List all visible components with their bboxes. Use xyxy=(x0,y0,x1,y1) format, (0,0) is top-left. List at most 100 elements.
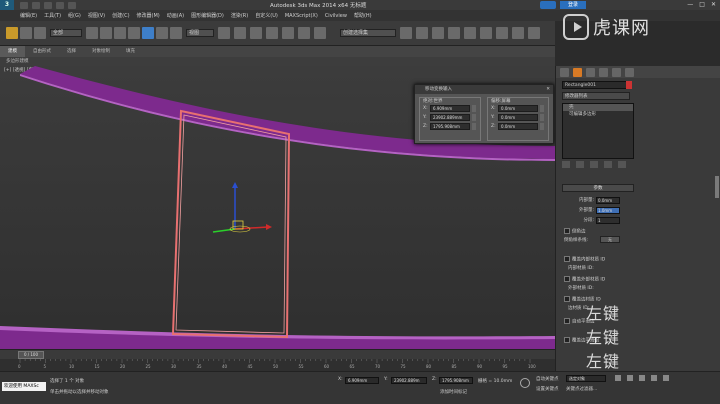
menu-modifiers[interactable]: 修改器(M) xyxy=(137,12,160,19)
window-crossing-icon[interactable] xyxy=(128,27,140,39)
inner-amount-input[interactable]: 0.0mm xyxy=(596,196,620,204)
outer-amount-input[interactable]: 1.0mm xyxy=(596,206,620,214)
open-file-icon[interactable] xyxy=(32,1,40,9)
make-unique-icon[interactable] xyxy=(590,161,598,168)
rect-selection-icon[interactable] xyxy=(114,27,126,39)
tab-populate[interactable]: 填充 xyxy=(118,46,143,57)
off-y-spinner[interactable] xyxy=(540,114,544,121)
stack-item-shell[interactable]: 壳 xyxy=(563,104,633,111)
hierarchy-tab-icon[interactable] xyxy=(586,67,595,77)
select-object-icon[interactable] xyxy=(86,27,98,39)
move-gizmo[interactable] xyxy=(212,182,272,233)
off-z-input[interactable]: 0.0mm xyxy=(498,123,538,130)
redo-icon[interactable] xyxy=(68,1,76,9)
menu-views[interactable]: 视图(V) xyxy=(88,12,105,19)
off-x-spinner[interactable] xyxy=(540,105,544,112)
curve-editor-icon[interactable] xyxy=(464,27,476,39)
abs-y-spinner[interactable] xyxy=(472,114,476,121)
go-to-end-icon[interactable] xyxy=(663,375,669,381)
off-y-input[interactable]: 0.0mm xyxy=(498,114,538,121)
play-icon[interactable] xyxy=(639,375,645,381)
material-editor-icon[interactable] xyxy=(496,27,508,39)
abs-y-input[interactable]: 23902.889mm xyxy=(430,114,470,121)
trackbar[interactable]: 0 5 10 15 20 25 30 35 40 45 50 55 60 65 70 75 80 85 90 95 10… xyxy=(0,359,555,371)
select-by-name-icon[interactable] xyxy=(100,27,112,39)
stack-item-editable-poly[interactable]: 可编辑多边形 xyxy=(563,111,633,118)
override-outer-matid-checkbox[interactable]: 覆盖外部材质 ID xyxy=(564,276,605,283)
close-button[interactable]: ✕ xyxy=(711,1,716,8)
cloud-icon[interactable] xyxy=(540,1,556,9)
reference-coord-dropdown[interactable]: 视图 xyxy=(186,29,214,37)
panel-scrollbar[interactable] xyxy=(715,176,719,198)
link-icon[interactable] xyxy=(6,27,18,39)
modify-tab-icon[interactable] xyxy=(573,67,582,77)
maxscript-listener[interactable]: 欢迎使用 MAXSc xyxy=(2,382,46,391)
parameters-rollout[interactable]: 参数 xyxy=(562,184,634,192)
maximize-button[interactable]: □ xyxy=(699,1,705,8)
align-icon[interactable] xyxy=(416,27,428,39)
remove-modifier-icon[interactable] xyxy=(604,161,612,168)
rectangle-object[interactable] xyxy=(171,109,291,339)
render-setup-icon[interactable] xyxy=(512,27,524,39)
tab-modeling[interactable]: 建模 xyxy=(0,46,25,57)
bind-space-warp-icon[interactable] xyxy=(34,27,46,39)
undo-icon[interactable] xyxy=(56,1,64,9)
configure-sets-icon[interactable] xyxy=(618,161,626,168)
menu-help[interactable]: 帮助(H) xyxy=(354,12,372,19)
segments-input[interactable]: 1 xyxy=(596,216,620,224)
selected-object-dropdown[interactable]: 选定对象 xyxy=(566,375,606,382)
off-z-spinner[interactable] xyxy=(540,123,544,130)
menu-group[interactable]: 组(G) xyxy=(68,12,81,19)
graphite-toolbar-icon[interactable] xyxy=(448,27,460,39)
polygon-modeling-bar[interactable]: 多边形建模 xyxy=(0,57,555,66)
key-filters-button[interactable]: 关键点过滤器... xyxy=(566,386,597,392)
menu-civilview[interactable]: Civilview xyxy=(325,13,347,19)
angle-snap-icon[interactable] xyxy=(282,27,294,39)
go-to-start-icon[interactable] xyxy=(615,375,621,381)
show-end-result-icon[interactable] xyxy=(576,161,584,168)
modifier-list-dropdown[interactable]: 修改器列表 xyxy=(562,92,630,100)
menu-edit[interactable]: 编辑(E) xyxy=(20,12,37,19)
object-name-field[interactable]: Rectangle001 xyxy=(562,81,630,89)
abs-x-spinner[interactable] xyxy=(472,105,476,112)
snap-toggle-icon[interactable] xyxy=(266,27,278,39)
mirror-icon[interactable] xyxy=(400,27,412,39)
abs-z-input[interactable]: 1795.908mm xyxy=(430,123,470,130)
time-slider[interactable]: 0 / 100 xyxy=(0,349,555,359)
menu-tools[interactable]: 工具(T) xyxy=(44,12,61,19)
menu-graph-editors[interactable]: 图形编辑器(D) xyxy=(191,12,224,19)
select-manipulate-icon[interactable] xyxy=(234,27,246,39)
set-key-label[interactable]: 设置关键点 xyxy=(536,386,559,392)
auto-key-label[interactable]: 自动关键点 xyxy=(536,376,559,382)
login-button[interactable]: 登录 xyxy=(560,1,586,9)
pin-stack-icon[interactable] xyxy=(562,161,570,168)
add-time-tag[interactable]: 添加时间标记 xyxy=(440,389,467,395)
spinner-snap-icon[interactable] xyxy=(314,27,326,39)
object-color-swatch[interactable] xyxy=(626,81,632,89)
display-tab-icon[interactable] xyxy=(612,67,621,77)
menu-rendering[interactable]: 渲染(R) xyxy=(231,12,248,19)
menu-maxscript[interactable]: MAXScript(X) xyxy=(285,13,318,19)
layer-manager-icon[interactable] xyxy=(432,27,444,39)
app-logo-icon[interactable]: 3 xyxy=(0,0,14,10)
save-file-icon[interactable] xyxy=(44,1,52,9)
percent-snap-icon[interactable] xyxy=(298,27,310,39)
selection-filter-dropdown[interactable]: 全部 xyxy=(50,29,82,37)
bevel-edges-checkbox[interactable]: 倒角边 xyxy=(564,228,586,235)
create-tab-icon[interactable] xyxy=(560,67,569,77)
unlink-icon[interactable] xyxy=(20,27,32,39)
z-coord-field[interactable]: 1795.908mm xyxy=(439,377,473,384)
set-key-icon[interactable] xyxy=(520,378,530,388)
dialog-close-button[interactable]: ✕ xyxy=(546,85,550,94)
menu-create[interactable]: 创建(C) xyxy=(112,12,129,19)
tab-freeform[interactable]: 自由形式 xyxy=(25,46,59,57)
keyboard-shortcut-icon[interactable] xyxy=(250,27,262,39)
new-file-icon[interactable] xyxy=(20,1,28,9)
tab-object-paint[interactable]: 对象绘制 xyxy=(84,46,118,57)
menu-animation[interactable]: 动画(A) xyxy=(167,12,184,19)
menu-customize[interactable]: 自定义(U) xyxy=(255,12,278,19)
utilities-tab-icon[interactable] xyxy=(625,67,634,77)
off-x-input[interactable]: 0.0mm xyxy=(498,105,538,112)
next-frame-icon[interactable] xyxy=(651,375,657,381)
motion-tab-icon[interactable] xyxy=(599,67,608,77)
